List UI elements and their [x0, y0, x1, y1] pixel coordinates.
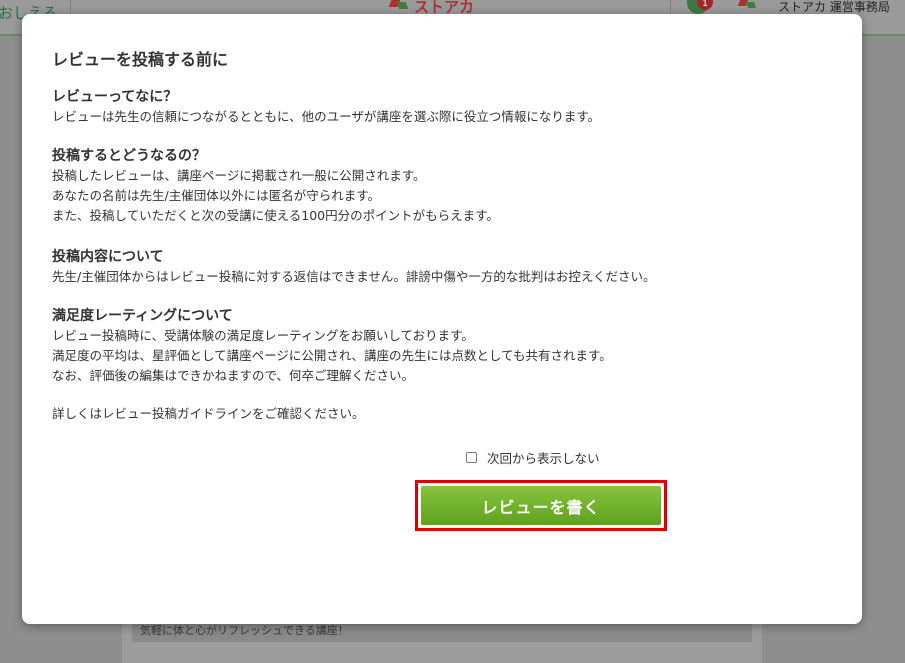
section-what-is-review: レビューってなに？ レビューは先生の信頼につながるとともに、他のユーザが講座を選…	[52, 87, 842, 127]
section-text: あなたの名前は先生/主催団体以外には匿名が守られます。	[52, 188, 380, 203]
background-card-text: 気軽に体と心がリフレッシュできる講座！	[140, 624, 349, 637]
modal-title: レビューを投稿する前に	[52, 50, 229, 69]
section-text: なお、評価後の編集はできかねますので、何卒ご理解ください。	[52, 368, 415, 383]
write-review-button[interactable]: レビューを書く	[421, 486, 661, 525]
section-text: レビューは先生の信頼につながるとともに、他のユーザが講座を選ぶ際に役立つ情報にな…	[52, 109, 601, 124]
section-heading: 投稿内容について	[52, 249, 164, 265]
site-logo[interactable]: ストアカ	[388, 0, 475, 16]
dont-show-again-option[interactable]: 次回から表示しない	[466, 448, 600, 467]
section-text: 満足度の平均は、星評価として講座ページに公開され、講座の先生には点数としても共有…	[52, 348, 612, 363]
section-heading: レビューってなに？	[52, 89, 178, 105]
section-after-posting: 投稿するとどうなるの？ 投稿したレビューは、講座ページに掲載され一般に公開されま…	[52, 146, 842, 226]
section-text: 投稿したレビューは、講座ページに掲載され一般に公開されます。	[52, 168, 426, 183]
section-text: また、投稿していただくと次の受講に使える100円分のポイントがもらえます。	[52, 208, 499, 223]
org-logo-icon	[737, 0, 759, 14]
section-text: レビュー投稿時に、受講体験の満足度レーティングをお願いしております。	[52, 328, 474, 343]
dont-show-again-checkbox[interactable]	[466, 452, 477, 463]
notification-badge: 1	[697, 0, 713, 10]
section-text: 先生/主催団体からはレビュー投稿に対する返信はできません。誹謗中傷や一方的な批判…	[52, 269, 656, 284]
dont-show-again-label[interactable]: 次回から表示しない	[487, 448, 600, 467]
guideline-note: 詳しくはレビュー投稿ガイドラインをご確認ください。	[52, 406, 365, 421]
section-post-content: 投稿内容について 先生/主催団体からはレビュー投稿に対する返信はできません。誹謗…	[52, 247, 842, 287]
logo-mark-icon	[388, 0, 410, 14]
review-guidelines-modal: レビューを投稿する前に レビューってなに？ レビューは先生の信頼につながるととも…	[22, 14, 862, 624]
org-name[interactable]: ストアカ 運営事務局	[778, 0, 890, 14]
section-heading: 満足度レーティングについて	[52, 308, 233, 324]
cta-highlight-frame: レビューを書く	[415, 480, 667, 531]
section-satisfaction-rating: 満足度レーティングについて レビュー投稿時に、受講体験の満足度レーティングをお願…	[52, 306, 842, 386]
section-heading: 投稿するとどうなるの？	[52, 148, 206, 164]
logo-text: ストアカ	[414, 0, 475, 16]
